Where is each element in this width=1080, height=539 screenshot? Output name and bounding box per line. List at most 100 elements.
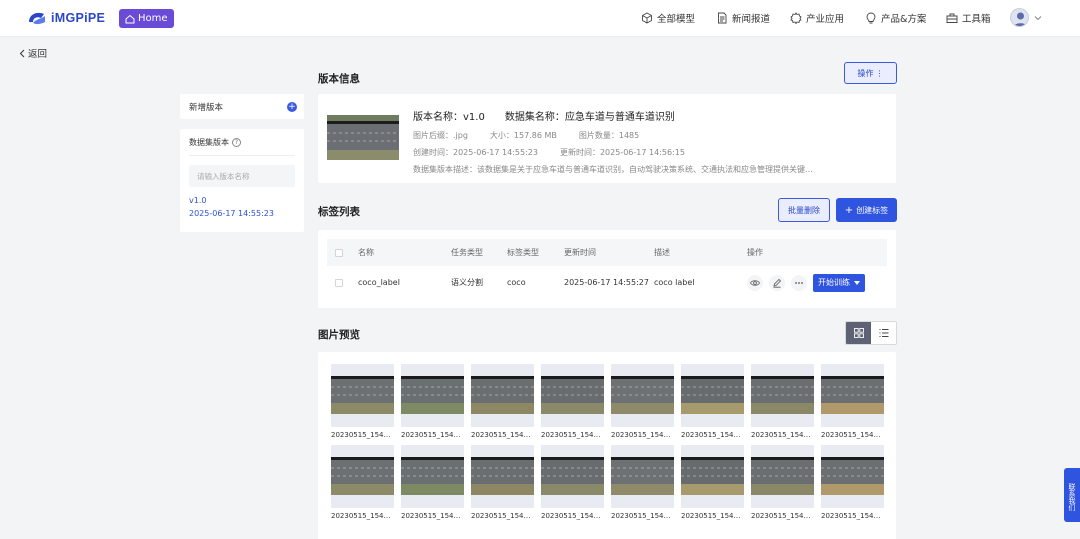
table-header: 名称 任务类型 标签类型 更新时间 描述 操作 (327, 239, 887, 266)
version-list-title-text: 数据集版本 (189, 138, 229, 147)
image-filename: 20230515_15433… (751, 512, 814, 520)
image-filename: 20230515_15433… (541, 512, 604, 520)
contact-us-button[interactable]: 联系我们 (1064, 468, 1080, 522)
image-tile[interactable]: 20230515_15433… (611, 445, 674, 520)
image-thumbnail (681, 445, 744, 508)
list-view-button[interactable] (871, 322, 896, 344)
image-suffix: 图片后缀：.jpg (413, 131, 468, 140)
nav-all-models[interactable]: 全部模型 (641, 11, 695, 25)
image-tile[interactable]: 20230515_15433… (681, 445, 744, 520)
nav-label: 产业应用 (806, 14, 845, 25)
updated-time: 更新时间：2025-06-17 14:56:15 (559, 148, 685, 157)
image-tile[interactable]: 20230515_15433… (541, 445, 604, 520)
edit-button[interactable] (769, 274, 785, 291)
image-thumbnail (331, 364, 394, 427)
nav-news[interactable]: 新闻报道 (716, 11, 770, 25)
user-menu[interactable] (1010, 8, 1042, 27)
image-filename: 20230515_15433… (471, 431, 534, 439)
batch-delete-button[interactable]: 批量删除 (778, 198, 830, 222)
image-filename: 20230515_15433… (611, 431, 674, 439)
nav-label: 工具箱 (962, 14, 991, 25)
image-filename: 20230515_15433… (331, 512, 394, 520)
image-filename: 20230515_15433… (821, 431, 884, 439)
image-tile[interactable]: 20230515_15433… (331, 445, 394, 520)
row-checkbox[interactable] (335, 278, 343, 287)
tag-table: 名称 任务类型 标签类型 更新时间 描述 操作 coco_label 语义分割 … (318, 230, 896, 308)
column-header: 更新时间 (564, 248, 596, 257)
image-tile[interactable]: 20230515_15433… (611, 364, 674, 439)
view-button[interactable] (747, 274, 763, 291)
image-filename: 20230515_15433… (681, 431, 744, 439)
image-thumbnail (611, 445, 674, 508)
image-thumbnail (751, 364, 814, 427)
image-tile[interactable]: 20230515_15433… (471, 445, 534, 520)
version-item-name: v1.0 (189, 196, 207, 205)
select-all-checkbox[interactable] (335, 248, 343, 257)
image-tile[interactable]: 20230515_15433… (751, 364, 814, 439)
nav-toolbox[interactable]: 工具箱 (946, 11, 991, 25)
image-tile[interactable]: 20230515_15433… (541, 364, 604, 439)
new-version-label: 新增版本 (189, 102, 224, 113)
logo-icon (29, 12, 45, 25)
version-info-card: 版本名称：v1.0 数据集名称：应急车道与普通车道识别 图片后缀：.jpg 大小… (318, 94, 896, 183)
start-training-button[interactable]: 开始训练 (813, 273, 865, 292)
image-filename: 20230515_15433… (611, 512, 674, 520)
chevron-left-icon (19, 49, 25, 57)
image-tile[interactable]: 20230515_15433… (401, 364, 464, 439)
image-tile[interactable]: 20230515_15433… (751, 445, 814, 520)
image-thumbnail (401, 445, 464, 508)
version-name: 版本名称：v1.0 (413, 112, 485, 123)
version-item[interactable]: v1.0 2025-06-17 14:55:23 (189, 196, 295, 218)
more-vertical-icon: ⋮ (875, 68, 884, 78)
image-thumbnail (821, 445, 884, 508)
brand-name: iMGPiPE (51, 11, 106, 25)
image-filename: 20230515_15433… (681, 512, 744, 520)
version-search-input[interactable] (189, 165, 295, 187)
eye-icon (750, 279, 760, 286)
image-thumbnail (331, 445, 394, 508)
image-tile[interactable]: 20230515_15433… (471, 364, 534, 439)
nav-label: 产品&方案 (881, 14, 927, 25)
created-time: 创建时间：2025-06-17 14:55:23 (413, 148, 538, 157)
image-tile[interactable]: 20230515_15433… (401, 445, 464, 520)
nav-industry[interactable]: 产业应用 (790, 11, 844, 25)
actions-button[interactable]: 操作 ⋮ (844, 62, 897, 84)
image-filename: 20230515_15433… (821, 512, 884, 520)
nav-label: 全部模型 (657, 14, 696, 25)
image-thumbnail (681, 364, 744, 427)
version-info-title: 版本信息 (318, 73, 360, 85)
image-thumbnail (471, 364, 534, 427)
nav-products[interactable]: 产品&方案 (865, 11, 926, 25)
image-grid-panel: 20230515_15433… 20230515_15433… 20230515_1… (318, 352, 896, 539)
image-thumbnail (821, 364, 884, 427)
back-link[interactable]: 返回 (19, 46, 47, 60)
help-icon[interactable]: ? (232, 138, 241, 147)
version-item-time: 2025-06-17 14:55:23 (189, 209, 274, 218)
new-version-button[interactable]: 新增版本 + (180, 94, 304, 119)
image-thumbnail (541, 364, 604, 427)
image-thumbnail (401, 364, 464, 427)
brand-logo[interactable]: iMGPiPE (27, 10, 105, 26)
column-header: 名称 (358, 248, 374, 257)
dataset-size: 大小：157.86 MB (489, 131, 557, 140)
tag-list-title: 标签列表 (318, 206, 360, 218)
image-thumbnail (541, 445, 604, 508)
column-header: 描述 (654, 248, 670, 257)
image-tile[interactable]: 20230515_15433… (821, 364, 884, 439)
actions-button-label: 操作 (857, 68, 874, 78)
image-tile[interactable]: 20230515_15433… (331, 364, 394, 439)
grid-icon (853, 328, 864, 338)
more-button[interactable] (791, 274, 807, 291)
home-button[interactable]: Home (119, 9, 174, 28)
image-thumbnail (611, 364, 674, 427)
image-filename: 20230515_15433… (331, 431, 394, 439)
gear-icon (790, 12, 802, 24)
image-tile[interactable]: 20230515_15433… (681, 364, 744, 439)
grid-view-button[interactable] (846, 322, 871, 344)
home-label: Home (138, 13, 168, 24)
create-tag-button[interactable]: + 创建标签 (836, 198, 897, 222)
image-preview-title: 图片预览 (318, 329, 360, 341)
image-tile[interactable]: 20230515_15433… (821, 445, 884, 520)
column-header: 操作 (747, 248, 763, 257)
toolbox-icon (946, 13, 958, 23)
